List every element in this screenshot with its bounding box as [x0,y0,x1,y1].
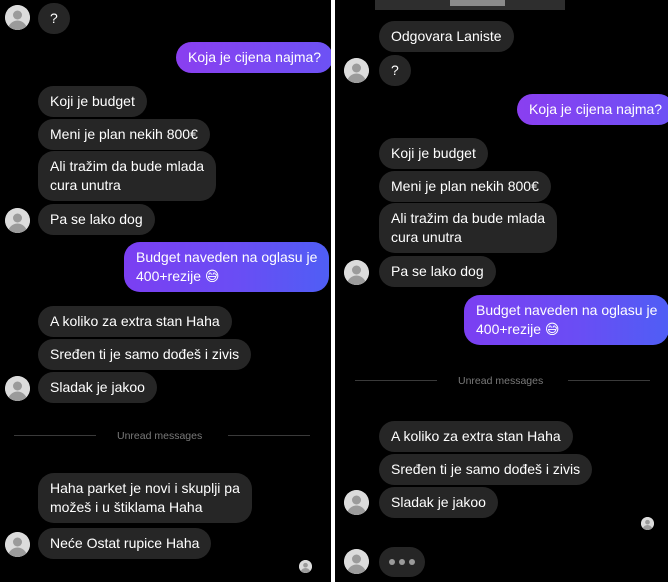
message-outgoing[interactable]: Budget naveden na oglasu je 400+rezije 😅 [124,242,330,292]
message-incoming[interactable]: A koliko za extra stan Haha [38,306,232,337]
message-outgoing[interactable]: Budget naveden na oglasu je 400+rezije 😅 [464,295,668,345]
message-incoming[interactable]: Meni je plan nekih 800€ [38,119,210,150]
message-incoming[interactable]: Sladak je jakoo [379,487,498,518]
message-incoming[interactable]: Sladak je jakoo [38,372,157,403]
message-line: cura unutra [391,229,462,245]
unread-label: Unread messages [458,375,544,387]
message-outgoing[interactable]: Koja je cijena najma? [176,42,331,73]
unread-divider: Unread messages [335,371,668,391]
typing-indicator-icon [379,547,425,577]
message-incoming[interactable]: Sređen ti je samo dođeš i zivis [379,454,593,485]
avatar-icon[interactable] [5,532,30,557]
message-incoming[interactable]: Meni je plan nekih 800€ [379,171,551,202]
message-incoming[interactable]: A koliko za extra stan Haha [379,421,573,452]
message-incoming[interactable]: Pa se lako dog [38,204,155,235]
unread-label: Unread messages [117,430,203,442]
avatar-icon[interactable] [5,376,30,401]
avatar-icon[interactable] [344,58,369,83]
avatar-icon[interactable] [344,549,369,574]
message-incoming[interactable]: Pa se lako dog [379,256,496,287]
message-incoming[interactable]: Ali tražim da bude mlada cura unutra [379,203,558,253]
message-incoming[interactable]: Koji je budget [38,86,147,117]
message-line: 400+rezije 😅 [136,268,220,284]
chat-panel-right: Odgovara Laniste ? Koja je cijena najma?… [335,0,668,582]
avatar-icon[interactable] [5,208,30,233]
avatar-icon[interactable] [344,260,369,285]
unread-divider: Unread messages [0,426,331,446]
message-incoming[interactable]: Koji je budget [379,138,488,169]
message-outgoing[interactable]: Koja je cijena najma? [517,94,668,125]
message-incoming[interactable]: ? [379,55,411,86]
avatar-icon[interactable] [344,490,369,515]
message-line: Ali tražim da bude mlada [391,210,546,226]
chat-panel-left: ? Koja je cijena najma? Koji je budget M… [0,0,331,582]
message-line: 400+rezije 😅 [476,321,560,337]
message-line: Budget naveden na oglasu je [476,302,658,318]
avatar-icon[interactable] [5,5,30,30]
cropped-image-highlight [450,0,505,6]
message-incoming[interactable]: Haha parket je novi i skuplji pa možeš i… [38,473,252,523]
message-line: Ali tražim da bude mlada [50,158,205,174]
seen-avatar-icon [641,517,654,530]
message-incoming[interactable]: Ali tražim da bude mlada cura unutra [38,151,217,201]
message-line: Haha parket je novi i skuplji pa [50,480,240,496]
message-line: cura unutra [50,177,121,193]
message-line: Budget naveden na oglasu je [136,249,318,265]
message-incoming[interactable]: ? [38,3,70,34]
message-line: možeš i u štiklama Haha [50,499,203,515]
message-incoming[interactable]: Odgovara Laniste [379,21,514,52]
seen-avatar-icon [299,560,312,573]
message-incoming[interactable]: Sređen ti je samo dođeš i zivis [38,339,252,370]
message-incoming[interactable]: Neće Ostat rupice Haha [38,528,212,559]
